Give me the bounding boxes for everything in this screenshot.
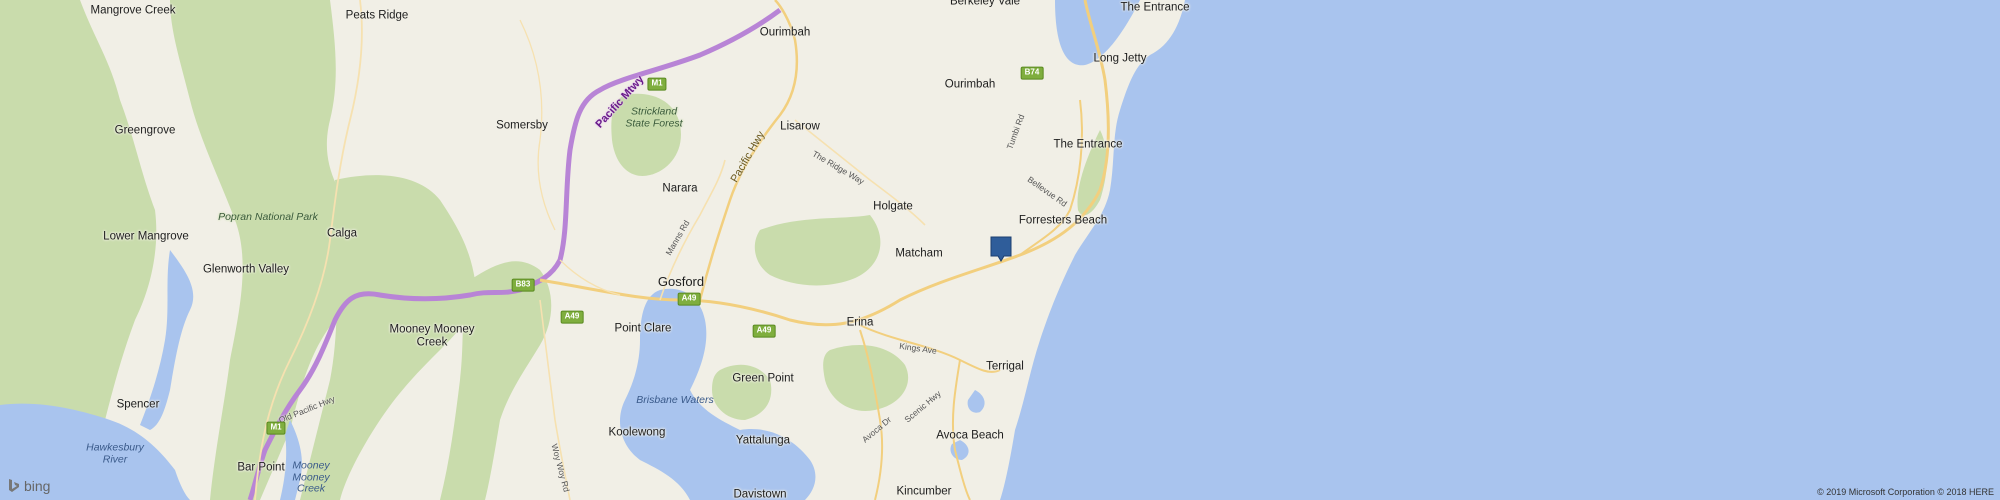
park-label: Strickland State Forest — [625, 105, 683, 129]
place-label: Mooney Mooney Creek — [389, 323, 475, 348]
road-shield: B74 — [1020, 66, 1044, 80]
place-label: Lower Mangrove — [103, 230, 189, 243]
place-label: Glenworth Valley — [202, 263, 290, 276]
place-label: Green Point — [732, 372, 794, 385]
place-label: Holgate — [873, 200, 913, 213]
place-label: Long Jetty — [1093, 52, 1147, 65]
place-label: Greengrove — [114, 124, 176, 137]
bing-logo[interactable]: bing — [8, 478, 50, 494]
place-label: Avoca Beach — [936, 429, 1004, 442]
bing-logo-text: bing — [24, 478, 51, 494]
place-label: Calga — [326, 227, 358, 240]
place-label: Berkeley Vale — [949, 0, 1021, 8]
map-canvas[interactable]: Mangrove Creek Peats Ridge Ourimbah Berk… — [0, 0, 2000, 500]
place-label: Davistown — [733, 488, 787, 500]
place-label: Spencer — [116, 398, 160, 411]
place-label: Yattalunga — [735, 434, 791, 447]
water-label: Brisbane Waters — [636, 394, 714, 407]
place-label: Lisarow — [780, 120, 820, 133]
road-shield: A49 — [560, 310, 584, 324]
place-label: Matcham — [895, 247, 943, 260]
place-label: Narara — [662, 182, 698, 195]
road-shield: M1 — [266, 421, 286, 435]
road-shield: A49 — [752, 324, 776, 338]
park-label: Popran National Park — [218, 211, 318, 224]
place-label: Ourimbah — [759, 26, 811, 39]
road-shield: A49 — [677, 292, 701, 306]
road-shield: M1 — [647, 77, 667, 91]
copyright-notice: © 2019 Microsoft Corporation © 2018 HERE — [1817, 487, 1994, 497]
place-label: The Entrance — [1120, 1, 1190, 14]
place-label: Peats Ridge — [345, 9, 409, 22]
place-label: Mangrove Creek — [90, 4, 176, 17]
place-label: Erina — [846, 316, 874, 329]
place-label: Forresters Beach — [1018, 214, 1108, 227]
road-shield: B83 — [511, 278, 535, 292]
water-label: Hawkesbury River — [86, 441, 144, 465]
place-label: Kincumber — [896, 485, 952, 498]
place-label: Terrigal — [986, 360, 1024, 373]
place-label: Koolewong — [608, 426, 666, 439]
bing-logo-icon — [9, 479, 19, 492]
place-label: Gosford — [657, 273, 705, 289]
place-label: Ourimbah — [944, 78, 996, 91]
place-label: The Entrance — [1053, 138, 1123, 151]
place-label: Point Clare — [614, 322, 672, 335]
place-label: Somersby — [496, 119, 548, 132]
location-pin-icon[interactable] — [990, 236, 1012, 262]
water-label: Mooney Mooney Creek — [292, 459, 330, 495]
location-pin-icon — [990, 236, 1012, 262]
place-label: Bar Point — [237, 461, 285, 474]
